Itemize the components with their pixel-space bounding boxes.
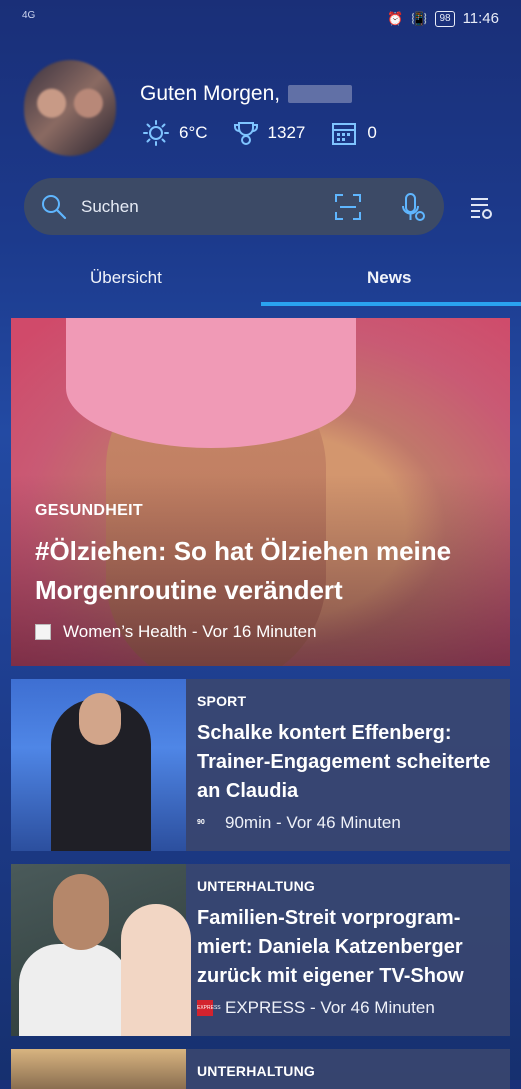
article-card[interactable]: UNTERHALTUNG — [11, 1049, 510, 1089]
calendar-stat[interactable]: 0 — [331, 120, 377, 146]
90min-logo-icon: 90 — [197, 819, 205, 826]
hero-source-name: Women’s Health — [63, 622, 188, 641]
express-logo-icon: EXPRESS — [197, 1000, 221, 1016]
header-stats: 6°C 1327 0 — [143, 120, 377, 146]
search-bar[interactable]: Suchen — [24, 178, 444, 235]
microphone-icon[interactable] — [402, 192, 426, 222]
rewards-points: 1327 — [267, 123, 306, 142]
article-time: Vor 46 Minuten — [286, 813, 401, 832]
weather-stat[interactable]: 6°C — [143, 120, 208, 146]
womens-health-logo-icon — [35, 624, 51, 640]
hero-time: Vor 16 Minuten — [202, 622, 317, 641]
rewards-stat[interactable]: 1327 — [233, 120, 306, 146]
greeting-text: Guten Morgen, — [140, 82, 281, 105]
article-category: SPORT — [197, 693, 247, 709]
article-title: Familien-Streit vorprogram-miert: Daniel… — [197, 907, 464, 987]
status-bar: 4G ⏰ 📳 98 11:46 — [0, 0, 521, 36]
article-thumbnail — [11, 1049, 186, 1089]
weather-value: 6°C — [179, 123, 208, 142]
network-indicator: 4G — [22, 10, 36, 21]
thumbnail-head-1 — [53, 874, 109, 950]
clock: 11:46 — [462, 10, 499, 27]
greeting: Guten Morgen, — [140, 82, 353, 106]
search-input[interactable]: Suchen — [81, 197, 139, 217]
hero-title: #Ölziehen: So hat Ölziehen meine Morgenr… — [35, 536, 452, 605]
active-tab-indicator — [261, 302, 521, 306]
vibrate-icon: 📳 — [411, 10, 428, 26]
article-thumbnail — [11, 864, 191, 1036]
sun-icon — [143, 120, 169, 146]
calendar-count: 0 — [367, 123, 377, 142]
article-source: 90 90min - Vor 46 Minuten — [197, 813, 401, 832]
battery-indicator: 98 — [435, 10, 455, 27]
hero-article-card[interactable]: GESUNDHEIT #Ölziehen: So hat Ölziehen me… — [11, 318, 510, 666]
alarm-icon: ⏰ — [387, 10, 404, 26]
search-icon — [42, 195, 67, 220]
hero-category: GESUNDHEIT — [35, 502, 143, 519]
trophy-icon — [233, 122, 258, 145]
article-source-name: EXPRESS — [225, 998, 306, 1017]
thumbnail-person-2 — [121, 904, 191, 1036]
article-category: UNTERHALTUNG — [197, 878, 316, 894]
article-card[interactable]: UNTERHALTUNG Familien-Streit vorprogram-… — [11, 864, 510, 1036]
scan-icon[interactable] — [334, 193, 362, 221]
article-card[interactable]: SPORT Schalke kontert Effenberg: Trainer… — [11, 679, 510, 851]
hero-image-shade — [11, 318, 510, 666]
thumbnail-head — [79, 693, 121, 745]
article-source: EXPRESS EXPRESS - Vor 46 Minuten — [197, 998, 435, 1017]
article-title: Schalke kontert Effenberg: Trainer-Engag… — [197, 722, 491, 802]
status-icons: ⏰ 📳 98 11:46 — [387, 10, 499, 27]
tab-overview[interactable]: Übersicht — [90, 268, 162, 288]
article-category: UNTERHALTUNG — [197, 1063, 316, 1079]
thumbnail-person-1 — [19, 944, 129, 1036]
article-source-name: 90min — [225, 813, 272, 832]
user-name-redacted — [288, 85, 353, 104]
calendar-icon — [332, 123, 357, 145]
article-time: Vor 46 Minuten — [320, 998, 435, 1017]
article-thumbnail — [11, 679, 186, 851]
avatar[interactable] — [24, 60, 116, 156]
hero-source: Women’s Health - Vor 16 Minuten — [35, 622, 317, 642]
tab-news[interactable]: News — [367, 268, 411, 288]
feed-settings-icon[interactable] — [468, 195, 494, 221]
